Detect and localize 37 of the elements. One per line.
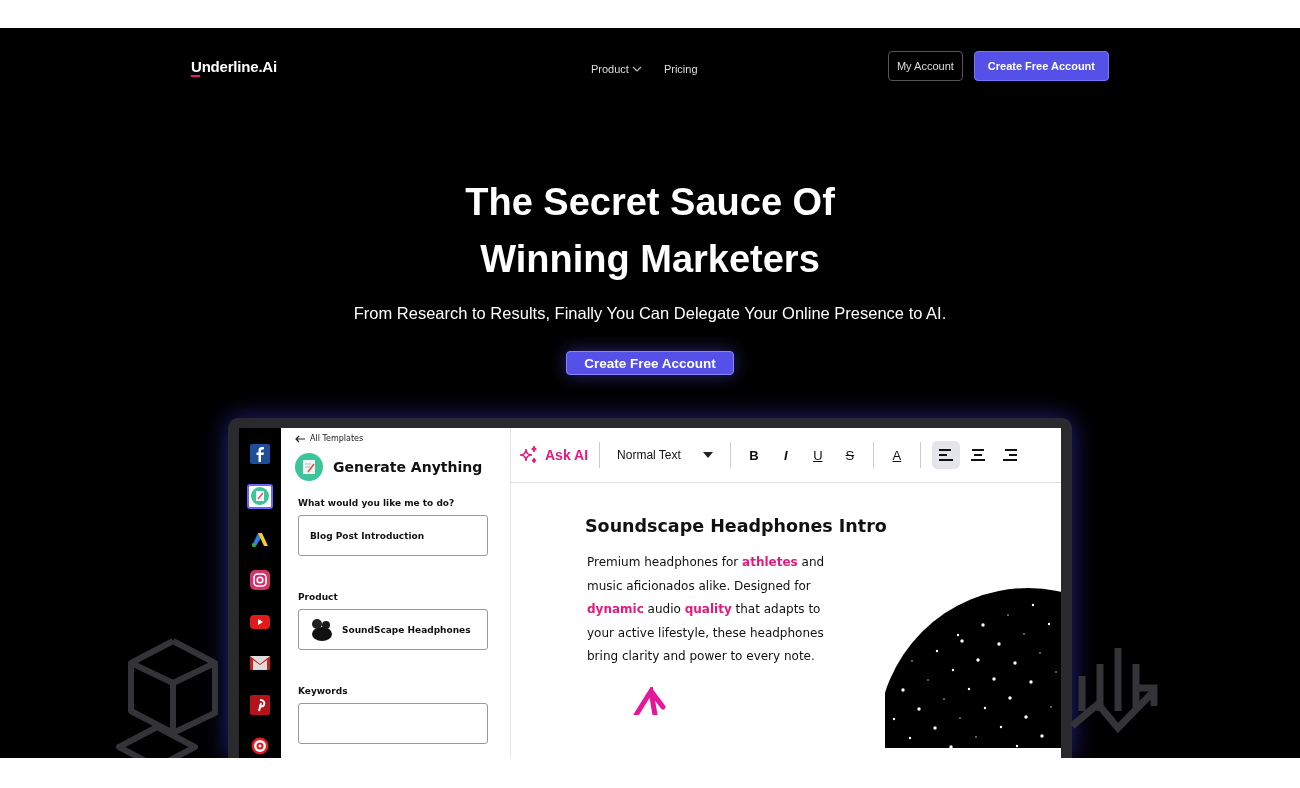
- caret-icon: [702, 452, 713, 458]
- nav-link[interactable]: Pricing: [663, 63, 698, 75]
- back-link[interactable]: All Templates: [295, 434, 510, 443]
- instagram-icon[interactable]: [248, 568, 272, 592]
- cta-button[interactable]: Create Free Account: [566, 351, 734, 375]
- facebook-icon[interactable]: [248, 442, 272, 466]
- document-paragraph: Premium headphones for athletes and music aficionados alike. Designed for dynamic audio quality that adapts to your active lifestyle, these headphones bring clarity and power to every note.: [587, 554, 826, 666]
- format-button[interactable]: I: [773, 447, 798, 463]
- format-button[interactable]: S: [837, 447, 862, 463]
- document-icon[interactable]: [247, 483, 273, 509]
- panel-title: Generate Anything: [333, 459, 483, 475]
- hero-title: The Secret Sauce Of: [465, 180, 835, 225]
- account-button[interactable]: My Account: [887, 51, 963, 81]
- text-style-dropdown[interactable]: Normal Text: [611, 447, 719, 463]
- field-label: What would you like me to do?: [298, 498, 456, 508]
- arrow-doodle-icon: [633, 686, 667, 715]
- hero-subtitle: From Research to Results, Finally You Can Delegate Your Online Presence to AI.: [353, 304, 947, 323]
- ask-ai-button[interactable]: Ask AI: [519, 445, 589, 465]
- field-label: Product: [298, 592, 339, 602]
- document-title: Soundscape Headphones Intro: [585, 515, 887, 538]
- text-color-button[interactable]: A: [884, 447, 909, 463]
- align-left-icon[interactable]: [931, 441, 960, 469]
- input-field[interactable]: [298, 703, 488, 744]
- pinterest-icon[interactable]: [248, 693, 272, 717]
- hero-title: Winning Marketers: [480, 237, 820, 282]
- document-icon: [295, 453, 323, 481]
- field-label: Keywords: [298, 686, 349, 696]
- nav-link[interactable]: Product: [591, 63, 642, 75]
- sparkle-icon: [519, 445, 539, 465]
- input-field[interactable]: Blog Post Introduction: [298, 515, 488, 556]
- input-field[interactable]: SoundScape Headphones: [298, 609, 488, 650]
- logo[interactable]: Underline.Ai: [191, 57, 491, 75]
- create-account-button[interactable]: Create Free Account: [973, 51, 1109, 81]
- format-button[interactable]: B: [741, 447, 766, 463]
- chevron-down-icon: [631, 66, 642, 72]
- format-button[interactable]: U: [805, 447, 830, 463]
- arrow-left-icon: [295, 434, 306, 443]
